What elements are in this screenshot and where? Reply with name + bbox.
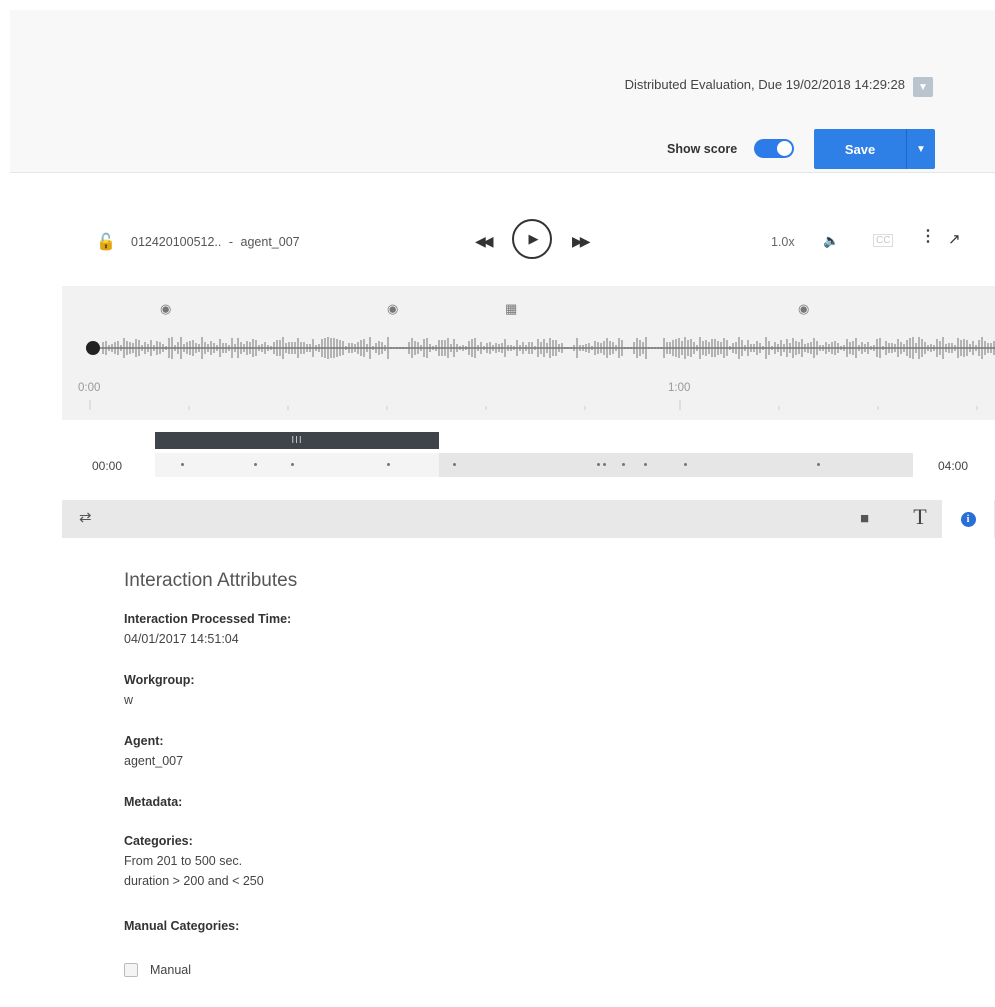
metadata-field: Metadata: bbox=[124, 792, 182, 812]
evaluation-title: Distributed Evaluation, Due 19/02/2018 1… bbox=[624, 77, 905, 92]
note-marker-icon[interactable]: ▦ bbox=[505, 301, 517, 316]
manual-categories-label: Manual Categories: bbox=[124, 919, 240, 933]
interaction-info: 012420100512.. - agent_007 bbox=[131, 235, 300, 249]
manual-checkbox[interactable] bbox=[124, 963, 138, 977]
timeline-dot bbox=[817, 463, 820, 466]
workgroup-label: Workgroup: bbox=[124, 673, 195, 687]
timeline-dot bbox=[684, 463, 687, 466]
timeline-dot bbox=[387, 463, 390, 466]
text-icon[interactable]: T bbox=[905, 504, 935, 530]
timeline-range-handle[interactable]: III bbox=[155, 432, 439, 449]
waveform-graph[interactable] bbox=[62, 328, 995, 368]
save-button[interactable]: Save bbox=[814, 129, 907, 169]
toggle-knob bbox=[777, 141, 792, 156]
processed-time-value: 04/01/2017 14:51:04 bbox=[124, 632, 239, 646]
timeline-start-time: 00:00 bbox=[92, 459, 123, 473]
info-icon: i bbox=[960, 511, 976, 527]
timeline-dot bbox=[254, 463, 257, 466]
chevron-down-icon: ▼ bbox=[918, 81, 928, 93]
marker-pin-icon[interactable]: ◉ bbox=[798, 301, 810, 316]
category-item: duration > 200 and < 250 bbox=[124, 874, 264, 888]
marker-pin-icon[interactable]: ◉ bbox=[387, 301, 399, 316]
play-button[interactable]: ▶ bbox=[512, 219, 552, 259]
waveform-ruler bbox=[89, 400, 978, 410]
agent-field: Agent: agent_007 bbox=[124, 731, 183, 771]
save-button-group: Save ▼ bbox=[814, 129, 935, 169]
timeline-visible-range bbox=[155, 453, 439, 477]
timeline-dot bbox=[603, 463, 606, 466]
lock-open-icon[interactable]: 🔓 bbox=[96, 232, 116, 252]
marker-pin-icon[interactable]: ◉ bbox=[160, 301, 172, 316]
category-item: From 201 to 500 sec. bbox=[124, 854, 243, 868]
playhead[interactable] bbox=[86, 341, 100, 355]
separator: - bbox=[228, 235, 234, 249]
timeline-dot bbox=[453, 463, 456, 466]
captions-icon[interactable]: CC bbox=[873, 234, 894, 247]
comment-icon[interactable]: ■ bbox=[860, 510, 869, 527]
processed-time-label: Interaction Processed Time: bbox=[124, 612, 292, 626]
workgroup-value: w bbox=[124, 693, 134, 707]
player-agent: agent_007 bbox=[240, 235, 300, 249]
metadata-label: Metadata: bbox=[124, 795, 183, 809]
show-score-label: Show score bbox=[667, 142, 738, 156]
fast-forward-icon[interactable]: ▶▶ bbox=[572, 233, 590, 250]
waveform-time-label: 1:00 bbox=[668, 382, 691, 394]
evaluation-dropdown-button[interactable]: ▼ bbox=[913, 77, 933, 97]
categories-field: Categories: From 201 to 500 sec. duratio… bbox=[124, 831, 264, 891]
show-score-toggle[interactable] bbox=[754, 139, 794, 158]
playback-speed[interactable]: 1.0x bbox=[771, 235, 795, 249]
timeline-dot bbox=[181, 463, 184, 466]
agent-label: Agent: bbox=[124, 734, 164, 748]
tab-info[interactable]: i bbox=[942, 500, 994, 538]
timeline-dot bbox=[597, 463, 600, 466]
panel-tabbar bbox=[62, 500, 995, 538]
waveform-time-label: 0:00 bbox=[78, 382, 101, 394]
manual-checkbox-label: Manual bbox=[150, 963, 191, 977]
attributes-title: Interaction Attributes bbox=[124, 570, 298, 591]
workgroup-field: Workgroup: w bbox=[124, 670, 195, 710]
save-options-button[interactable]: ▼ bbox=[907, 129, 935, 169]
timeline-dot bbox=[644, 463, 647, 466]
timeline-end-time: 04:00 bbox=[938, 459, 969, 473]
timeline-dot bbox=[622, 463, 625, 466]
agent-value: agent_007 bbox=[124, 754, 184, 768]
manual-categories-field: Manual Categories: bbox=[124, 916, 239, 936]
popout-icon[interactable]: ↗ bbox=[948, 230, 961, 248]
list-toggle-icon[interactable]: ⇄ bbox=[79, 508, 92, 526]
more-vert-icon[interactable]: ⋮ bbox=[920, 226, 936, 246]
interaction-id: 012420100512.. bbox=[131, 235, 222, 249]
manual-category-option[interactable]: Manual bbox=[124, 963, 191, 977]
chevron-down-icon: ▼ bbox=[916, 143, 926, 155]
rewind-icon[interactable]: ◀◀ bbox=[475, 233, 493, 250]
volume-icon[interactable]: 🔈 bbox=[823, 233, 839, 249]
play-icon: ▶ bbox=[528, 231, 539, 246]
processed-time-field: Interaction Processed Time: 04/01/2017 1… bbox=[124, 609, 291, 649]
categories-label: Categories: bbox=[124, 834, 193, 848]
timeline-dot bbox=[291, 463, 294, 466]
